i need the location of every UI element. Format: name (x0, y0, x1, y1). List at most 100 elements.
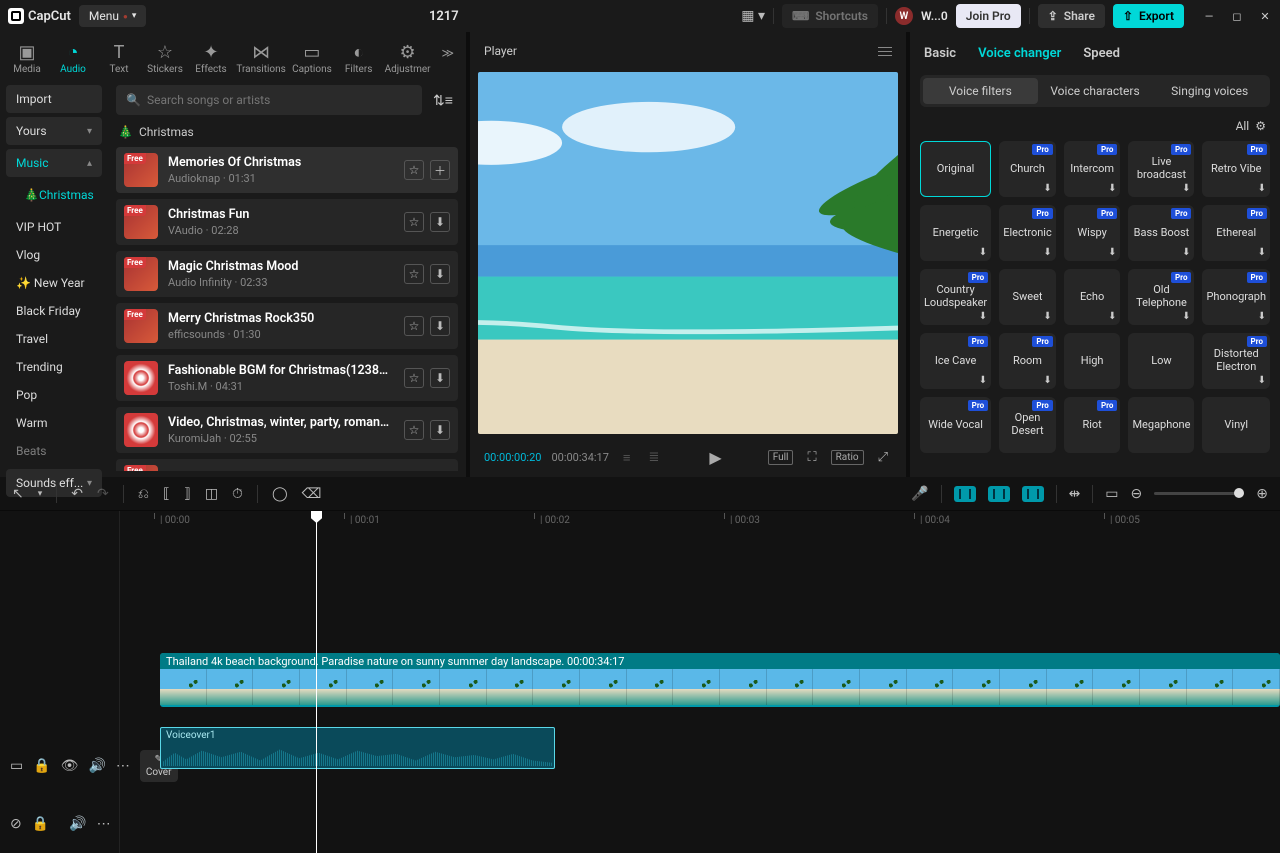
song-row[interactable]: Magic Christmas MoodAudio Infinity · 02:… (116, 251, 458, 297)
download-icon[interactable]: ⬇ (430, 316, 450, 336)
tool-audio[interactable]: ◔Audio (54, 38, 92, 79)
track-settings-icon[interactable]: ▭ (10, 758, 23, 774)
zoom-slider[interactable] (1154, 492, 1244, 495)
export-button[interactable]: ⇧ Export (1113, 4, 1184, 28)
magnet-2-icon[interactable] (988, 486, 1010, 502)
voice-filter-phonograph[interactable]: ProPhonograph⬇ (1202, 269, 1270, 325)
player-menu-icon[interactable] (878, 47, 892, 56)
voice-filter-electronic[interactable]: ProElectronic⬇ (999, 205, 1056, 261)
full-badge[interactable]: Full (768, 450, 794, 465)
song-row[interactable]: Memories Of ChristmasAudioknap · 01:31☆＋ (116, 147, 458, 193)
voice-filter-old-telephone[interactable]: ProOld Telephone⬇ (1128, 269, 1194, 325)
player-viewport[interactable] (478, 72, 898, 434)
layout-icon[interactable]: ▦ ▾ (741, 8, 765, 24)
subtab-voice-filters[interactable]: Voice filters (923, 78, 1038, 104)
avatar[interactable]: W (895, 7, 913, 25)
voice-filter-energetic[interactable]: Energetic⬇ (920, 205, 991, 261)
voice-filter-distorted-electron[interactable]: ProDistorted Electron⬇ (1202, 333, 1270, 389)
filter-all[interactable]: All (1236, 119, 1250, 133)
download-icon[interactable]: ⬇ (1043, 375, 1051, 387)
sidebar-item-trending[interactable]: Trending (6, 353, 102, 381)
download-icon[interactable]: ⬇ (1108, 247, 1116, 259)
sidebar-item-warm[interactable]: Warm (6, 409, 102, 437)
share-button[interactable]: ⇪ Share (1038, 4, 1105, 28)
sidebar-item-black-friday[interactable]: Black Friday (6, 297, 102, 325)
voice-filter-country-loudspeaker[interactable]: ProCountry Loudspeaker⬇ (920, 269, 991, 325)
search-input-wrap[interactable]: 🔍 (116, 85, 422, 115)
voice-filter-vinyl[interactable]: Vinyl (1202, 397, 1270, 453)
play-button[interactable]: ▶ (705, 446, 725, 469)
voice-filter-room[interactable]: ProRoom⬇ (999, 333, 1056, 389)
download-icon[interactable]: ⬇ (1258, 183, 1266, 195)
voice-filter-live-broadcast[interactable]: ProLive broadcast⬇ (1128, 141, 1194, 197)
tool-effects[interactable]: ✦Effects (192, 38, 230, 79)
download-icon[interactable]: ⬇ (1043, 247, 1051, 259)
tool-media[interactable]: ▣Media (8, 38, 46, 79)
voice-filter-wide-vocal[interactable]: ProWide Vocal (920, 397, 991, 453)
filter-settings-icon[interactable]: ⚙ (1255, 119, 1266, 133)
split-icon[interactable]: ⎌ (138, 486, 149, 502)
sidebar-yours[interactable]: Yours▾ (6, 117, 102, 145)
tool-stickers[interactable]: ☆Stickers (146, 38, 184, 79)
voice-filter-sweet[interactable]: Sweet⬇ (999, 269, 1056, 325)
tool-adjustment[interactable]: ⚙Adjustmer (386, 38, 430, 79)
sidebar-item-pop[interactable]: Pop (6, 381, 102, 409)
subtab-voice-characters[interactable]: Voice characters (1038, 78, 1153, 104)
tool-filters[interactable]: ◐Filters (340, 38, 378, 79)
zoom-out-icon[interactable]: ⊖ (1131, 486, 1143, 502)
download-icon[interactable]: ⬇ (1043, 311, 1051, 323)
add-icon[interactable]: ＋ (430, 160, 450, 180)
download-icon[interactable]: ⬇ (979, 311, 987, 323)
favorite-icon[interactable]: ☆ (404, 316, 424, 336)
track-voice-icon[interactable]: ⊘ (10, 816, 22, 832)
mic-icon[interactable]: 🎤 (911, 486, 928, 502)
download-icon[interactable]: ⬇ (1258, 311, 1266, 323)
tool-text[interactable]: TText (100, 38, 138, 79)
song-row[interactable]: Fashionable BGM for Christmas(1238227)To… (116, 355, 458, 401)
voice-filter-riot[interactable]: ProRiot (1064, 397, 1121, 453)
maximize-icon[interactable]: ◻ (1230, 10, 1244, 23)
lock-icon[interactable]: 🔒 (32, 816, 49, 832)
download-icon[interactable]: ⬇ (1108, 311, 1116, 323)
download-icon[interactable]: ⬇ (1258, 375, 1266, 387)
fullscreen-icon[interactable]: ⤢ (874, 448, 892, 467)
download-icon[interactable]: ⬇ (430, 264, 450, 284)
download-icon[interactable]: ⬇ (430, 420, 450, 440)
eye-icon[interactable]: 👁 (61, 758, 79, 774)
sidebar-christmas[interactable]: 🎄 Christmas (6, 181, 102, 209)
pointer-dropdown-icon[interactable]: ▾ (38, 489, 43, 499)
favorite-icon[interactable]: ☆ (404, 160, 424, 180)
quality-icon2[interactable]: ≣ (645, 448, 664, 467)
shortcuts-button[interactable]: ⌨ Shortcuts (782, 4, 878, 28)
align-icon[interactable]: ⇹ (1069, 486, 1081, 502)
crop-tool-icon[interactable]: ◫ (205, 486, 218, 502)
audio-clip[interactable]: Voiceover1 (160, 727, 555, 769)
mask-icon[interactable]: ◯ (272, 486, 288, 502)
search-input[interactable] (147, 93, 412, 107)
download-icon[interactable]: ⬇ (1108, 183, 1116, 195)
playhead[interactable] (316, 511, 317, 853)
tab-voice-changer[interactable]: Voice changer (978, 46, 1061, 61)
favorite-icon[interactable]: ☆ (404, 264, 424, 284)
join-pro-button[interactable]: Join Pro (956, 4, 1021, 28)
voice-filter-intercom[interactable]: ProIntercom⬇ (1064, 141, 1121, 197)
download-icon[interactable]: ⬇ (1043, 183, 1051, 195)
sidebar-item-vip-hot[interactable]: VIP HOT (6, 213, 102, 241)
sidebar-item-travel[interactable]: Travel (6, 325, 102, 353)
tool-transitions[interactable]: ⋈Transitions (238, 38, 284, 79)
sidebar-music[interactable]: Music▴ (6, 149, 102, 177)
lock-icon[interactable]: 🔒 (33, 758, 50, 774)
delete-icon[interactable]: ⌫ (302, 486, 322, 502)
preview-icon[interactable]: ▭ (1105, 486, 1118, 502)
download-icon[interactable]: ⬇ (979, 247, 987, 259)
crop-icon[interactable]: ⛶ (803, 448, 820, 467)
video-clip[interactable]: Thailand 4k beach background. Paradise n… (160, 653, 1280, 707)
close-icon[interactable]: ✕ (1258, 10, 1272, 23)
favorite-icon[interactable]: ☆ (404, 212, 424, 232)
voice-filter-original[interactable]: Original (920, 141, 991, 197)
voice-filter-high[interactable]: High (1064, 333, 1121, 389)
voice-filter-megaphone[interactable]: Megaphone (1128, 397, 1194, 453)
sidebar-item-vlog[interactable]: Vlog (6, 241, 102, 269)
trim-left-icon[interactable]: ⟦ (163, 486, 170, 502)
favorite-icon[interactable]: ☆ (404, 368, 424, 388)
